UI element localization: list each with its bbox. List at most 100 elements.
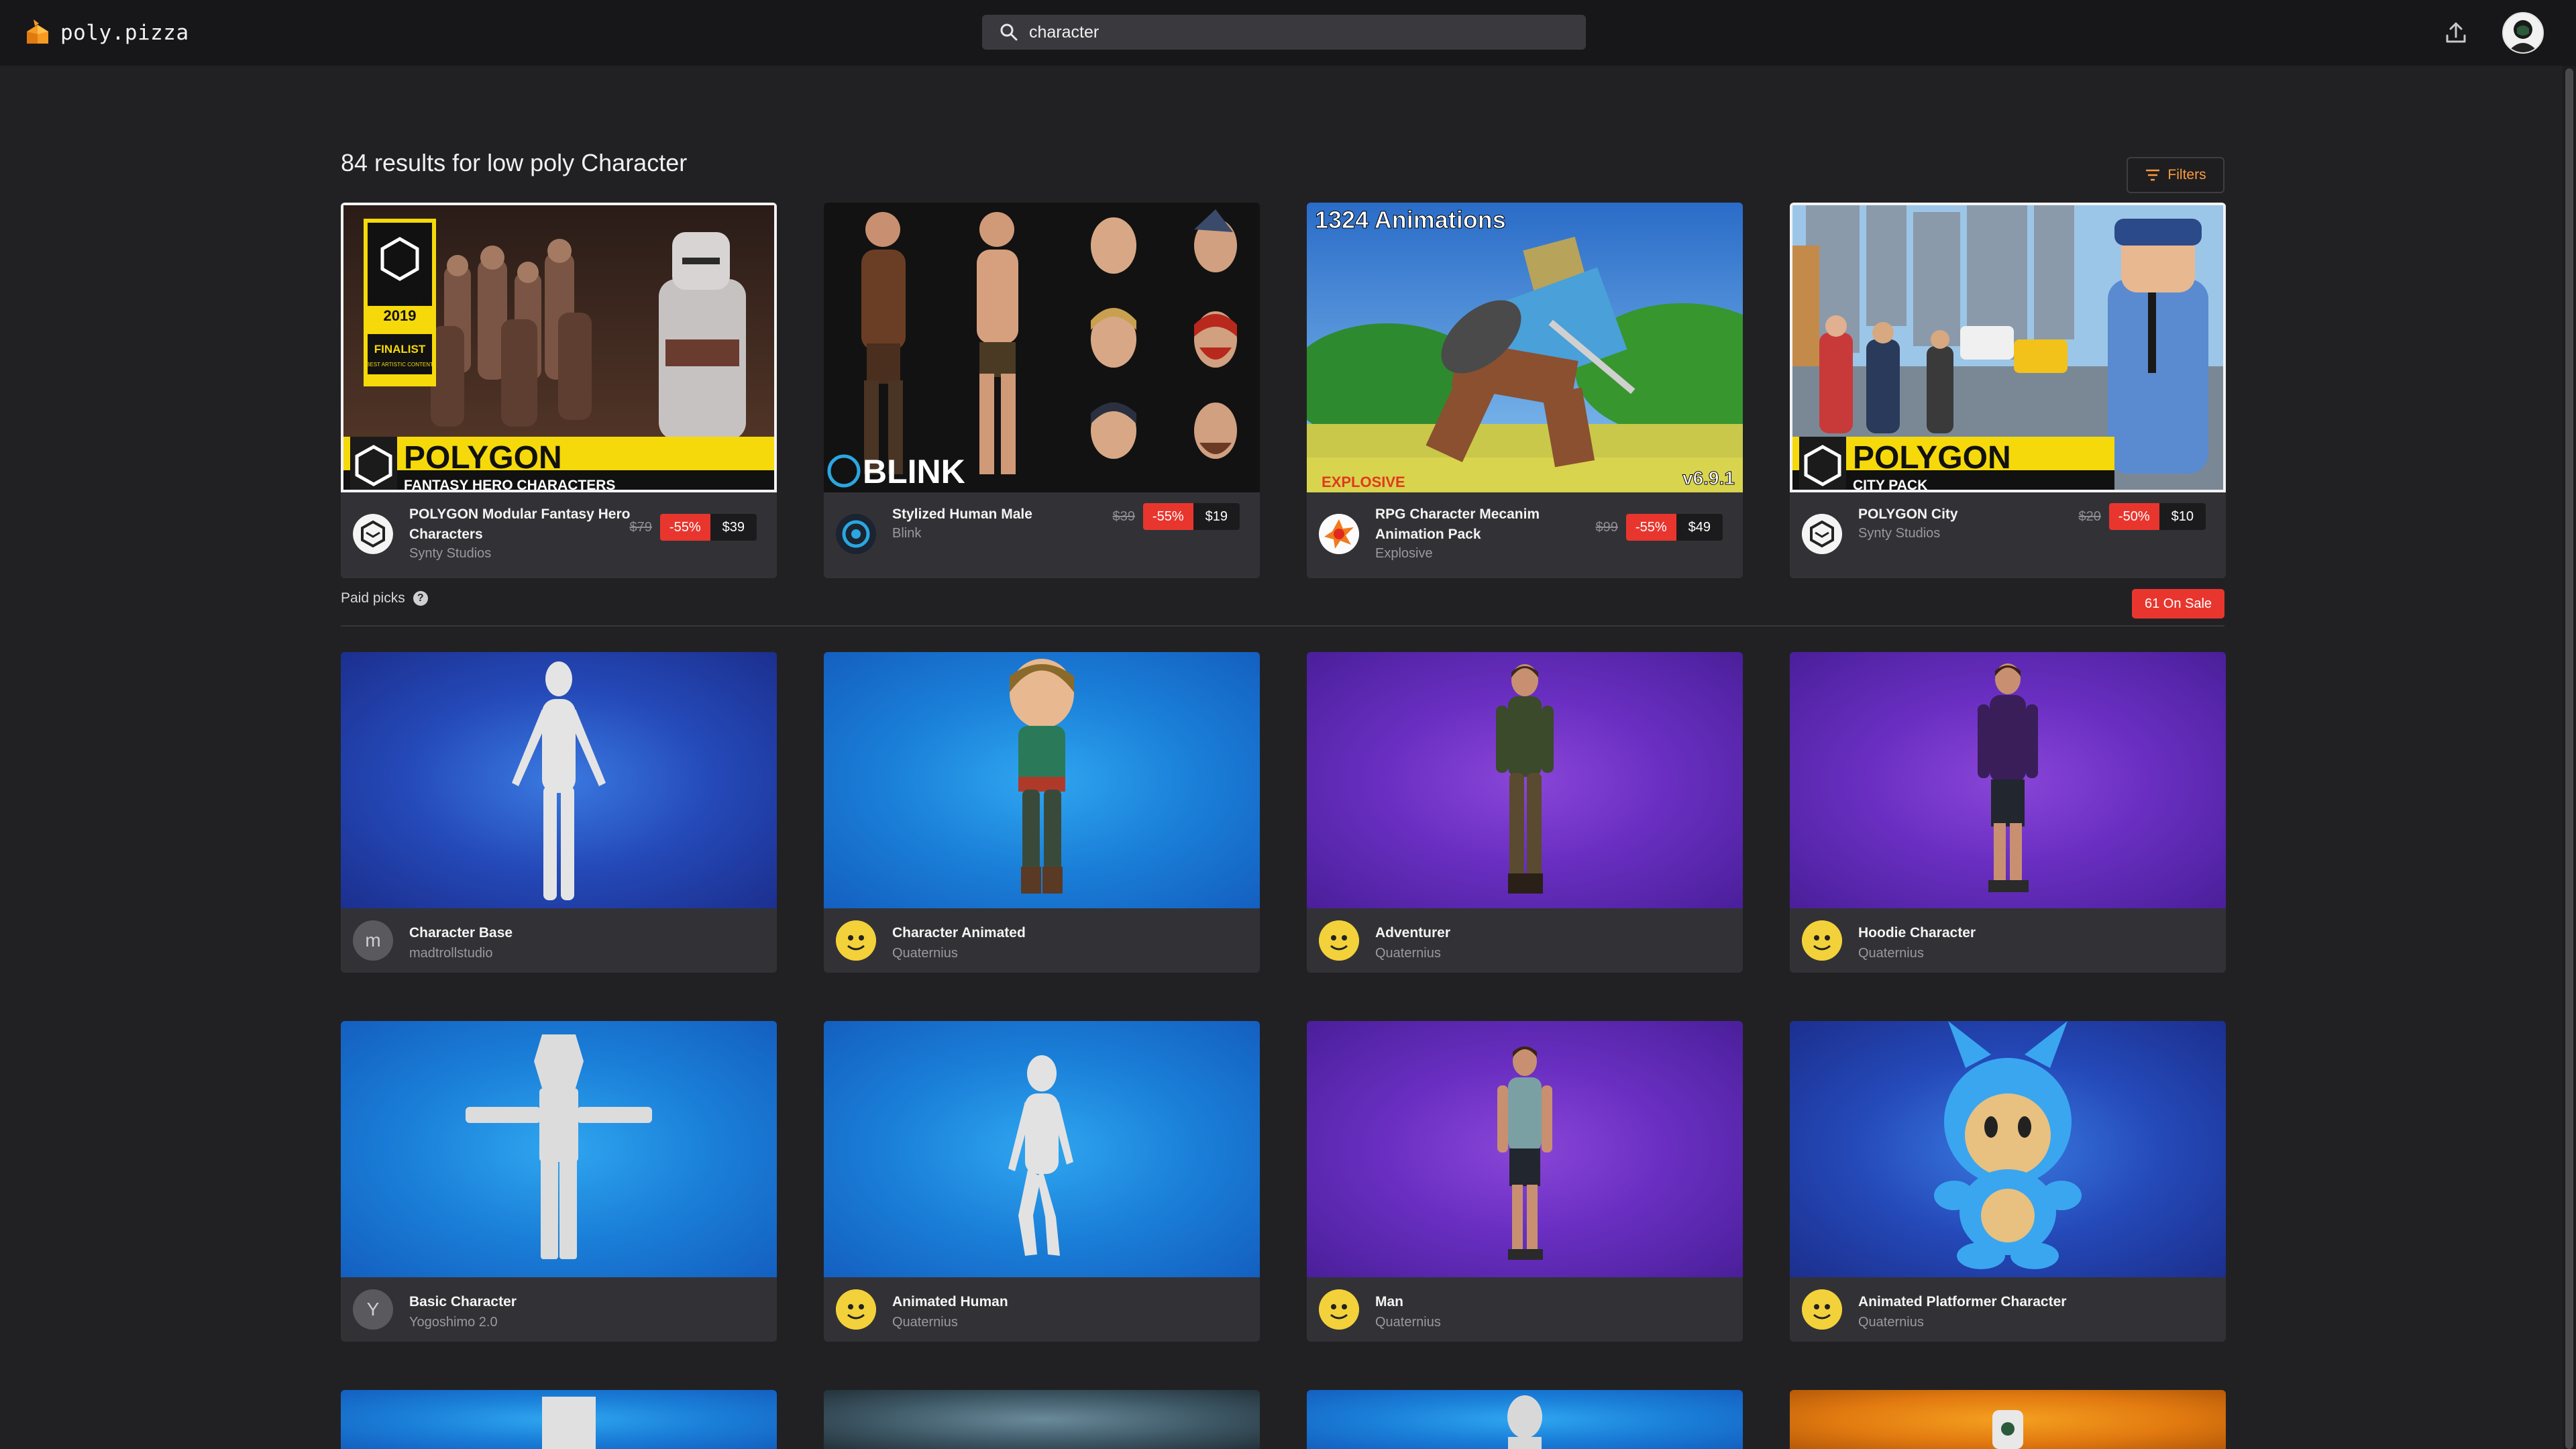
stylized-human-artwork: BLINK (824, 203, 1260, 492)
model-card[interactable]: Hoodie Character Quaternius (1790, 652, 2226, 973)
discount-badge: -55% (659, 514, 710, 541)
paid-pick-card[interactable]: POLYGON FANTASY HERO CHARACTERS Awards 2… (341, 203, 777, 578)
model-author[interactable]: Quaternius (892, 946, 958, 961)
model-info: m Character Base madtrollstudio (341, 908, 777, 973)
model-title[interactable]: Hoodie Character (1858, 923, 1976, 943)
on-sale-button[interactable]: 61 On Sale (2132, 589, 2224, 619)
model-card[interactable]: Adventurer Quaternius (1307, 652, 1743, 973)
author-avatar[interactable] (1319, 514, 1359, 554)
author-avatar[interactable] (836, 514, 876, 554)
author-avatar[interactable] (1319, 1289, 1359, 1330)
model-card[interactable]: m Character Base madtrollstudio (341, 652, 777, 973)
model-title[interactable]: Character Base (409, 923, 513, 943)
model-card-partial[interactable] (1790, 1390, 2226, 1449)
paid-pick-title[interactable]: POLYGON Modular Fantasy Hero Characters (409, 504, 631, 545)
search-input[interactable] (1029, 22, 1566, 42)
paid-pick-author[interactable]: Blink (892, 526, 921, 541)
model-card-partial[interactable] (824, 1390, 1260, 1449)
author-avatar[interactable] (1802, 920, 1842, 961)
polygon-city-artwork: POLYGON CITY PACK (1792, 205, 2223, 492)
author-avatar[interactable]: Y (353, 1289, 393, 1330)
quaternius-avatar-icon (1319, 920, 1359, 961)
paid-pick-thumbnail: POLYGON FANTASY HERO CHARACTERS Awards 2… (341, 203, 777, 492)
model-title[interactable]: Animated Human (892, 1292, 1008, 1312)
user-avatar[interactable] (2502, 12, 2544, 54)
paid-pick-author[interactable]: Synty Studios (409, 546, 491, 561)
paid-pick-info: RPG Character Mecanim Animation Pack Exp… (1307, 492, 1743, 578)
model-card[interactable]: Man Quaternius (1307, 1021, 1743, 1342)
filters-button[interactable]: Filters (2127, 157, 2224, 193)
paid-pick-author[interactable]: Explosive (1375, 546, 1433, 561)
model-author[interactable]: Quaternius (1375, 946, 1441, 961)
model-thumbnail (341, 652, 777, 908)
results-heading: 84 results for low poly Character (341, 149, 688, 176)
paid-pick-card[interactable]: 1324 Animations EXPLOSIVE v6.9.1 RPG Cha… (1307, 203, 1743, 578)
model-author[interactable]: Quaternius (1375, 1315, 1441, 1330)
partial-thumbnail (1507, 1395, 1542, 1449)
svg-text:POLYGON: POLYGON (1853, 440, 2011, 476)
section-divider (341, 625, 2224, 627)
current-price: $39 (710, 514, 757, 541)
author-avatar[interactable] (836, 920, 876, 961)
model-card[interactable]: Character Animated Quaternius (824, 652, 1260, 973)
svg-text:CITY PACK: CITY PACK (1853, 478, 1927, 492)
search-bar[interactable] (982, 15, 1586, 50)
author-avatar[interactable]: m (353, 920, 393, 961)
scrollbar-thumb[interactable] (2565, 68, 2573, 1449)
model-title[interactable]: Adventurer (1375, 923, 1450, 943)
synty-logo-icon (353, 514, 393, 554)
upload-button[interactable] (2439, 16, 2473, 50)
model-author[interactable]: madtrollstudio (409, 946, 493, 961)
help-icon[interactable]: ? (413, 591, 428, 606)
model-title[interactable]: Basic Character (409, 1292, 517, 1312)
svg-text:EXPLOSIVE: EXPLOSIVE (1322, 474, 1405, 490)
model-info: Character Animated Quaternius (824, 908, 1260, 973)
model-thumbnail (824, 652, 1260, 908)
author-avatar[interactable] (1319, 920, 1359, 961)
model-title[interactable]: Character Animated (892, 923, 1026, 943)
svg-text:v6.9.1: v6.9.1 (1682, 468, 1735, 488)
character-animated-render (1010, 659, 1074, 894)
svg-text:BEST ARTISTIC CONTENT: BEST ARTISTIC CONTENT (366, 362, 433, 368)
model-author[interactable]: Quaternius (1858, 946, 1924, 961)
filters-label: Filters (2167, 167, 2206, 182)
price-tag: $39 -55% $19 (1113, 503, 1240, 530)
model-info: Adventurer Quaternius (1307, 908, 1743, 973)
model-thumbnail (1790, 1021, 2226, 1277)
current-price: $49 (1676, 514, 1723, 541)
model-author[interactable]: Yogoshimo 2.0 (409, 1315, 498, 1330)
model-author[interactable]: Quaternius (1858, 1315, 1924, 1330)
old-price: $79 (629, 519, 652, 535)
paid-pick-card[interactable]: BLINK Stylized Human Male Blink $39 -55%… (824, 203, 1260, 578)
model-title[interactable]: Man (1375, 1292, 1403, 1312)
paid-pick-title[interactable]: POLYGON City (1858, 504, 2080, 525)
quaternius-avatar-icon (1802, 920, 1842, 961)
model-title[interactable]: Animated Platformer Character (1858, 1292, 2066, 1312)
model-card[interactable]: Animated Platformer Character Quaternius (1790, 1021, 2226, 1342)
model-card[interactable]: Animated Human Quaternius (824, 1021, 1260, 1342)
author-avatar[interactable] (836, 1289, 876, 1330)
price-tag: $20 -50% $10 (2079, 503, 2206, 530)
paid-pick-title[interactable]: RPG Character Mecanim Animation Pack (1375, 504, 1597, 545)
user-avatar-image (2504, 13, 2542, 52)
model-card-partial[interactable] (341, 1390, 777, 1449)
discount-badge: -55% (1142, 503, 1193, 530)
paid-pick-thumbnail: BLINK (824, 203, 1260, 492)
price-tag: $79 -55% $39 (630, 514, 757, 541)
paid-pick-author[interactable]: Synty Studios (1858, 526, 1940, 541)
author-avatar[interactable] (1802, 514, 1842, 554)
author-avatar[interactable] (353, 514, 393, 554)
author-avatar[interactable] (1802, 1289, 1842, 1330)
model-card-partial[interactable] (1307, 1390, 1743, 1449)
model-card[interactable]: Y Basic Character Yogoshimo 2.0 (341, 1021, 777, 1342)
paid-pick-title[interactable]: Stylized Human Male (892, 504, 1114, 525)
old-price: $99 (1595, 519, 1618, 535)
current-price: $10 (2159, 503, 2206, 530)
paid-pick-card[interactable]: POLYGON CITY PACK POLYGON City Synty Stu… (1790, 203, 2226, 578)
thumb-brand-text: POLYGON (404, 440, 562, 476)
paid-pick-info: POLYGON City Synty Studios $20 -50% $10 (1790, 492, 2226, 578)
model-author[interactable]: Quaternius (892, 1315, 958, 1330)
explosive-logo-icon (1319, 514, 1359, 554)
home-logo-link[interactable]: poly.pizza (24, 18, 189, 48)
svg-text:BLINK: BLINK (863, 453, 965, 490)
